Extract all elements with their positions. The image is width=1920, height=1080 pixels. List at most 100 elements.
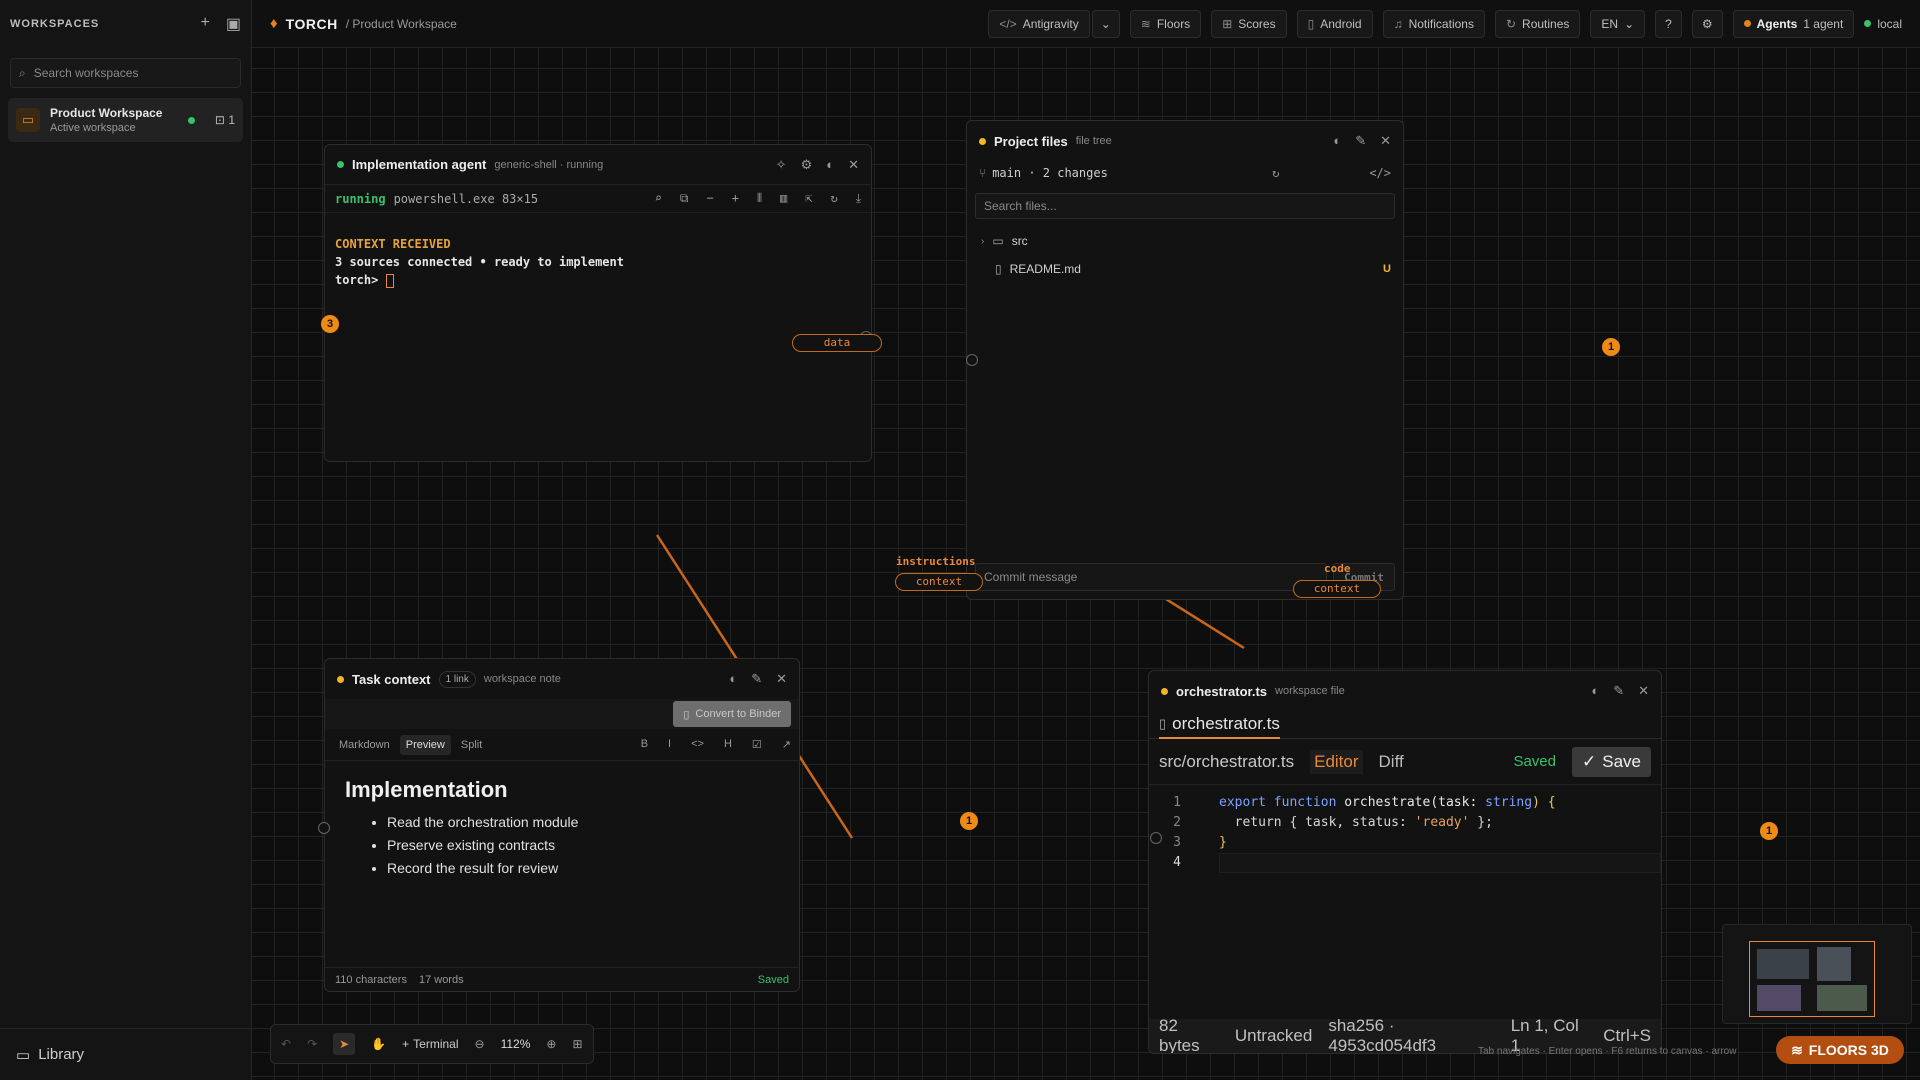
terminal-process: powershell.exe 83×15 [393,191,539,206]
checklist-button[interactable]: ☑ [752,738,762,751]
tree-item-label: README.md [1009,262,1081,276]
sync-icon[interactable]: ↻ [1272,166,1279,180]
edge-label-context[interactable]: context [895,573,983,591]
italic-button[interactable]: I [668,738,671,751]
code-input-port[interactable] [1150,832,1162,844]
antigravity-label: Antigravity [1022,16,1079,31]
undo-icon[interactable]: ↶ [281,1037,291,1051]
files-input-port[interactable] [966,354,978,366]
open-external-button[interactable]: ↗ [782,738,791,751]
tree-item-src[interactable]: › ▭ src [967,227,1403,255]
palette-icon[interactable]: ◐ [826,157,834,173]
code-editor[interactable]: 1 2 3 4 export function orchestrate(task… [1149,785,1661,873]
close-icon[interactable]: ✕ [848,157,859,173]
note-panel[interactable]: Task context 1 link workspace note ◐ ✎ ✕… [324,658,800,992]
palette-icon[interactable]: ◐ [729,671,737,687]
workspace-search-input[interactable]: ⌕ Search workspaces [10,58,241,88]
agent-panel[interactable]: Implementation agent generic-shell · run… [324,144,872,462]
files-panel[interactable]: Project files file tree ◐ ✎ ✕ ⑂ main · 2… [966,120,1404,600]
add-terminal-button[interactable]: + Terminal [402,1037,458,1051]
code-panel[interactable]: orchestrator.ts workspace file ◐ ✎ ✕ ▯ or… [1148,670,1662,1054]
tree-item-label: src [1011,234,1028,248]
commit-message-input[interactable]: Commit message [975,563,1327,591]
local-dot [1864,20,1872,27]
notifications-button[interactable]: ♫ Notifications [1382,9,1485,38]
file-size: 82 bytes [1159,1016,1200,1054]
tab-diff[interactable]: Diff [1379,752,1404,772]
note-heading: Implementation [345,777,508,802]
pencil-icon[interactable]: ✎ [1613,683,1624,699]
download-icon[interactable]: ⤓ [856,191,861,206]
android-button[interactable]: ▯ Android [1296,9,1373,38]
files-panel-header: Project files file tree ◐ ✎ ✕ [967,121,1403,161]
library-button[interactable]: ▭ Library [0,1028,252,1080]
zoom-in-icon[interactable]: ⊕ [546,1037,556,1051]
language-select[interactable]: EN ⌄ [1590,9,1646,38]
refresh-icon: ↻ [1505,16,1517,31]
file-tab-label: orchestrator.ts [1172,713,1280,733]
note-preview[interactable]: Implementation Read the orchestration mo… [325,761,799,896]
copy-icon[interactable]: ⧉ [680,191,689,206]
agents-button[interactable]: Agents 1 agent [1732,9,1855,38]
sparkle-icon[interactable]: ✧ [776,157,787,173]
pencil-icon[interactable]: ✎ [751,671,762,687]
terminal-output[interactable]: CONTEXT RECEIVED 3 sources connected • r… [325,213,871,311]
edge-label-context[interactable]: context [1293,580,1381,598]
workspace-status: Active workspace [50,122,136,134]
plus-icon[interactable]: + [732,191,739,206]
canvas[interactable]: Implementation agent generic-shell · run… [252,48,1920,1080]
edge-label-data[interactable]: data [792,334,882,352]
settings-button[interactable]: ⚙ [1691,9,1723,38]
scores-button[interactable]: ⊞ Scores [1211,9,1287,38]
files-search-input[interactable]: Search files... [975,193,1395,219]
minus-icon[interactable]: − [706,191,713,206]
tree-item-readme[interactable]: ▯ README.md U [967,255,1403,283]
workspace-item[interactable]: ▭ Product Workspace Active workspace ⊡ 1 [8,98,243,142]
close-icon[interactable]: ✕ [776,671,787,687]
language-value: EN [1601,16,1619,31]
close-icon[interactable]: ✕ [1380,133,1391,149]
edge-label-instructions: instructions [896,555,976,568]
palette-icon[interactable]: ◐ [1591,683,1599,699]
minimap[interactable] [1722,924,1912,1024]
layers-icon: ≋ [1140,16,1151,31]
grid-toggle-icon[interactable]: ⊞ [572,1037,582,1051]
files-meta: file tree [1075,135,1112,147]
columns-icon[interactable]: ⫴ [757,191,762,206]
palette-icon[interactable]: ◐ [1333,133,1341,149]
note-input-port[interactable] [318,822,330,834]
hand-tool-icon[interactable]: ✋ [371,1037,386,1051]
export-icon[interactable]: ⇱ [805,191,812,206]
save-button[interactable]: ✓ Save [1572,746,1651,777]
redo-icon[interactable]: ↷ [307,1037,317,1051]
close-icon[interactable]: ✕ [1638,683,1649,699]
zoom-out-icon[interactable]: ⊖ [475,1037,485,1051]
routines-button[interactable]: ↻ Routines [1494,9,1581,38]
window-icon: ⊡ [214,113,225,127]
select-tool-icon[interactable]: ➤ [333,1033,356,1055]
help-button[interactable]: ? [1655,9,1682,38]
tab-editor[interactable]: Editor [1310,749,1363,774]
heading-button[interactable]: H [724,738,732,751]
code-icon[interactable]: </> [1369,166,1391,180]
code-panel-header: orchestrator.ts workspace file ◐ ✎ ✕ [1149,671,1661,711]
collapse-sidebar-icon[interactable]: ▣ [226,14,241,34]
gear-icon[interactable]: ⚙ [801,157,813,173]
convert-to-binder-button[interactable]: ▯ Convert to Binder [673,701,791,727]
file-tab[interactable]: ▯ orchestrator.ts [1159,711,1280,739]
agent-meta: generic-shell · running [494,158,604,171]
add-workspace-icon[interactable]: + [201,14,210,34]
code-button[interactable]: <> [691,738,704,751]
antigravity-button[interactable]: </> Antigravity [988,9,1090,38]
tab-markdown[interactable]: Markdown [333,735,396,755]
trash-icon[interactable]: ▥ [780,191,787,206]
refresh-icon[interactable]: ↻ [830,191,837,206]
tab-split[interactable]: Split [455,735,488,755]
search-icon[interactable]: ⌕ [655,191,662,206]
floors-3d-button[interactable]: ≋ FLOORS 3D [1776,1036,1904,1064]
bold-button[interactable]: B [641,738,648,751]
tab-preview[interactable]: Preview [399,734,451,755]
floors-button[interactable]: ≋ Floors [1129,9,1202,38]
antigravity-dropdown[interactable]: ⌄ [1091,9,1120,38]
pencil-icon[interactable]: ✎ [1355,133,1366,149]
